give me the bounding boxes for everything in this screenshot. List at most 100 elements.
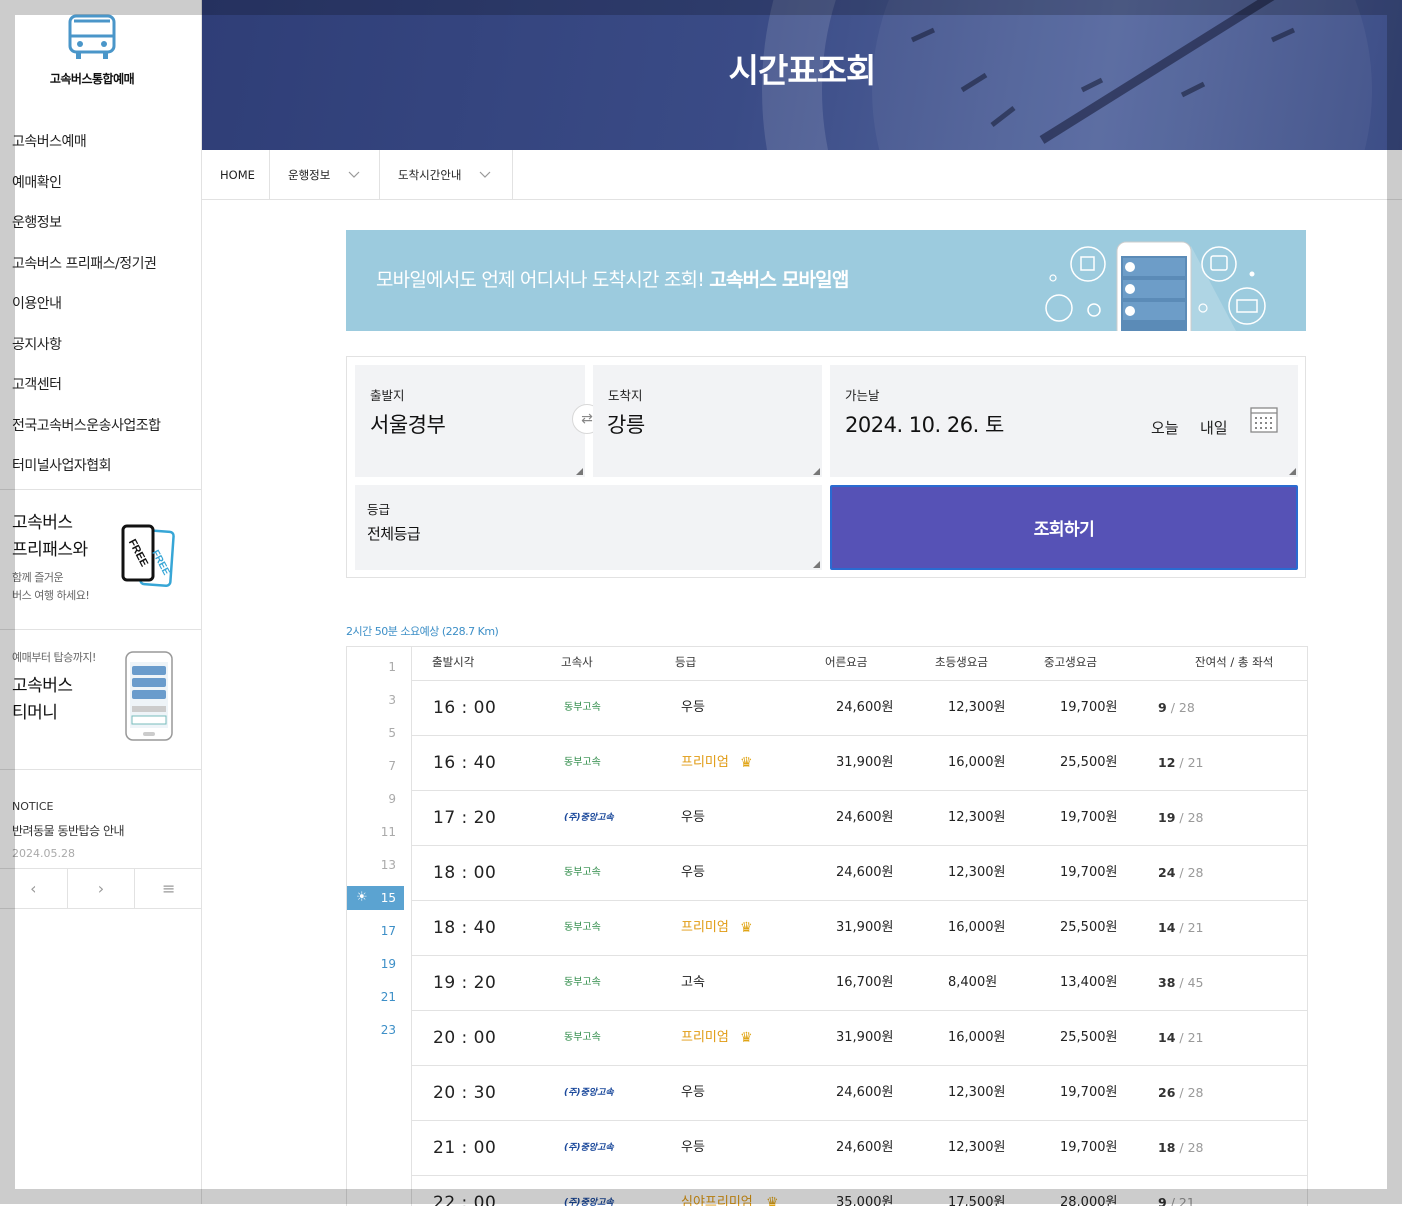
menu-item[interactable]: 이용안내 <box>12 292 161 333</box>
departure-field[interactable]: 출발지 서울경부 <box>355 365 585 477</box>
col-company: 고속사 <box>561 655 593 669</box>
hour-selector: 1 3 5 7 9 11 13 ☀ 15 17 19 21 23 <box>347 647 412 1206</box>
seats-left: 24 <box>1158 865 1176 880</box>
banner-app-illustration <box>1045 241 1266 331</box>
menu-item[interactable]: 고객센터 <box>12 373 161 414</box>
mobile-app-banner[interactable]: 모바일에서도 언제 어디서나 도착시간 조회! 고속버스 모바일앱 <box>346 230 1306 331</box>
menu-item[interactable]: 공지사항 <box>12 333 161 374</box>
hour-button[interactable]: 9 <box>347 787 404 811</box>
departure-value: 서울경부 <box>370 413 446 437</box>
notice-title[interactable]: 반려동물 동반탑승 안내 <box>12 822 125 839</box>
hour-button[interactable]: 3 <box>347 688 404 712</box>
bus-grade: 우등 <box>681 865 705 880</box>
child-fare: 12,300원 <box>948 865 1006 880</box>
company-logo: 동부고속 <box>564 977 601 988</box>
departure-time: 20 : 30 <box>433 1083 497 1103</box>
breadcrumb-operation-info[interactable]: 운행정보 <box>270 150 380 200</box>
seats-left: 19 <box>1158 810 1176 825</box>
swap-arrows-icon: ⇄ <box>581 411 593 427</box>
menu-item[interactable]: 예매확인 <box>12 171 161 212</box>
seat-availability: 12 / 21 <box>1158 736 1203 790</box>
hour-label: 17 <box>380 924 396 938</box>
seats-left: 14 <box>1158 920 1176 935</box>
teen-fare: 25,500원 <box>1060 755 1118 770</box>
crown-icon: ♛ <box>740 755 753 771</box>
notice-list-button[interactable]: ≡ <box>135 869 202 908</box>
grade-value: 전체등급 <box>367 525 421 543</box>
table-row[interactable]: 17 : 20 (주)중앙고속 우등 24,600원 12,300원 19,700원 19 … <box>412 791 1307 846</box>
seat-availability: 26 / 28 <box>1158 1066 1203 1120</box>
freepass-promo[interactable]: 고속버스 프리패스와 함께 즐거운 버스 여행 하세요! FREE FREE <box>0 489 202 630</box>
col-adult: 어른요금 <box>825 655 868 669</box>
banner-text: 모바일에서도 언제 어디서나 도착시간 조회! 고속버스 모바일앱 <box>376 265 849 292</box>
bus-grade: 우등 <box>681 700 705 715</box>
table-row[interactable]: 20 : 00 동부고속 프리미엄 31,900원 16,000원 25,500원 ♛ 14 … <box>412 1011 1307 1066</box>
menu-item[interactable]: 고속버스예매 <box>12 130 161 171</box>
hour-button[interactable]: 7 <box>347 754 404 778</box>
hour-button[interactable]: 21 <box>347 985 404 1009</box>
table-row[interactable]: 19 : 20 동부고속 고속 16,700원 8,400원 13,400원 38 / 45 <box>412 956 1307 1011</box>
hour-label: 19 <box>380 957 396 971</box>
logo[interactable]: 고속버스통합예매 <box>0 12 184 87</box>
table-row[interactable]: 20 : 30 (주)중앙고속 우등 24,600원 12,300원 19,700원 26 … <box>412 1066 1307 1121</box>
hour-button[interactable]: 13 <box>347 853 404 877</box>
bus-grade: 우등 <box>681 1140 705 1155</box>
company-logo: (주)중앙고속 <box>564 1143 614 1153</box>
hour-label: 13 <box>380 858 396 872</box>
company-logo: 동부고속 <box>564 702 601 713</box>
brand-name: 고속버스통합예매 <box>49 72 135 86</box>
hour-button[interactable]: ☀ 15 <box>347 886 404 910</box>
child-fare: 12,300원 <box>948 700 1006 715</box>
table-row[interactable]: 18 : 40 동부고속 프리미엄 31,900원 16,000원 25,500원 ♛ 14 … <box>412 901 1307 956</box>
menu-item[interactable]: 전국고속버스운송사업조합 <box>12 414 161 455</box>
tmoney-promo[interactable]: 예매부터 탑승까지! 고속버스 티머니 <box>0 629 202 770</box>
table-row[interactable]: 18 : 00 동부고속 우등 24,600원 12,300원 19,700원 24 / 2… <box>412 846 1307 901</box>
bus-grade: 프리미엄 <box>681 1030 729 1045</box>
hour-button[interactable]: 1 <box>347 655 404 679</box>
banner-text-main: 모바일에서도 언제 어디서나 도착시간 조회! <box>376 269 705 291</box>
seat-availability: 24 / 28 <box>1158 846 1203 900</box>
table-header: 출발시각 고속사 등급 어른요금 초등생요금 중고생요금 잔여석 / 총 좌석 <box>412 647 1307 681</box>
search-button[interactable]: 조회하기 <box>830 485 1298 570</box>
hour-button[interactable]: 23 <box>347 1018 404 1042</box>
hour-button[interactable]: 11 <box>347 820 404 844</box>
seats-total: / 21 <box>1179 920 1204 935</box>
notice-next-button[interactable]: › <box>68 869 136 908</box>
seats-total: / 28 <box>1179 1140 1204 1155</box>
table-row[interactable]: 16 : 40 동부고속 프리미엄 31,900원 16,000원 25,500원 ♛ 12 … <box>412 736 1307 791</box>
seats-total: / 28 <box>1179 810 1204 825</box>
overlay-edge-right <box>1387 15 1402 1204</box>
adult-fare: 31,900원 <box>836 755 894 770</box>
bus-icon <box>68 14 116 59</box>
teen-fare: 19,700원 <box>1060 810 1118 825</box>
seats-total: / 28 <box>1179 865 1204 880</box>
child-fare: 16,000원 <box>948 920 1006 935</box>
calendar-icon[interactable] <box>1250 407 1278 433</box>
seats-left: 38 <box>1158 975 1176 990</box>
table-row[interactable]: 21 : 00 (주)중앙고속 우등 24,600원 12,300원 19,700원 18 … <box>412 1121 1307 1176</box>
menu-item[interactable]: 고속버스 프리패스/정기권 <box>12 252 161 293</box>
teen-fare: 19,700원 <box>1060 865 1118 880</box>
company-logo: 동부고속 <box>564 922 601 933</box>
grade-field[interactable]: 등급 전체등급 <box>355 485 822 570</box>
breadcrumb-home[interactable]: HOME <box>202 150 270 200</box>
bus-grade: 프리미엄 <box>681 920 729 935</box>
notice-panel[interactable]: NOTICE 반려동물 동반탑승 안내 2024.05.28 <box>0 769 202 869</box>
arrival-field[interactable]: 도착지 강릉 <box>593 365 822 477</box>
tomorrow-button[interactable]: 내일 <box>1200 417 1228 438</box>
company-logo: 동부고속 <box>564 1032 601 1043</box>
hour-button[interactable]: 17 <box>347 919 404 943</box>
breadcrumb-arrival-time[interactable]: 도착시간안내 <box>380 150 513 200</box>
crown-icon: ♛ <box>740 920 753 936</box>
notice-label: NOTICE <box>12 800 54 813</box>
hour-button[interactable]: 5 <box>347 721 404 745</box>
child-fare: 12,300원 <box>948 1085 1006 1100</box>
menu-item[interactable]: 운행정보 <box>12 211 161 252</box>
departure-time: 20 : 00 <box>433 1028 497 1048</box>
teen-fare: 13,400원 <box>1060 975 1118 990</box>
today-button[interactable]: 오늘 <box>1151 417 1179 438</box>
departure-time: 16 : 40 <box>433 753 497 773</box>
hour-button[interactable]: 19 <box>347 952 404 976</box>
date-field[interactable]: 가는날 2024. 10. 26. 토 오늘 내일 <box>830 365 1298 477</box>
table-row[interactable]: 16 : 00 동부고속 우등 24,600원 12,300원 19,700원 9 / 28 <box>412 681 1307 736</box>
